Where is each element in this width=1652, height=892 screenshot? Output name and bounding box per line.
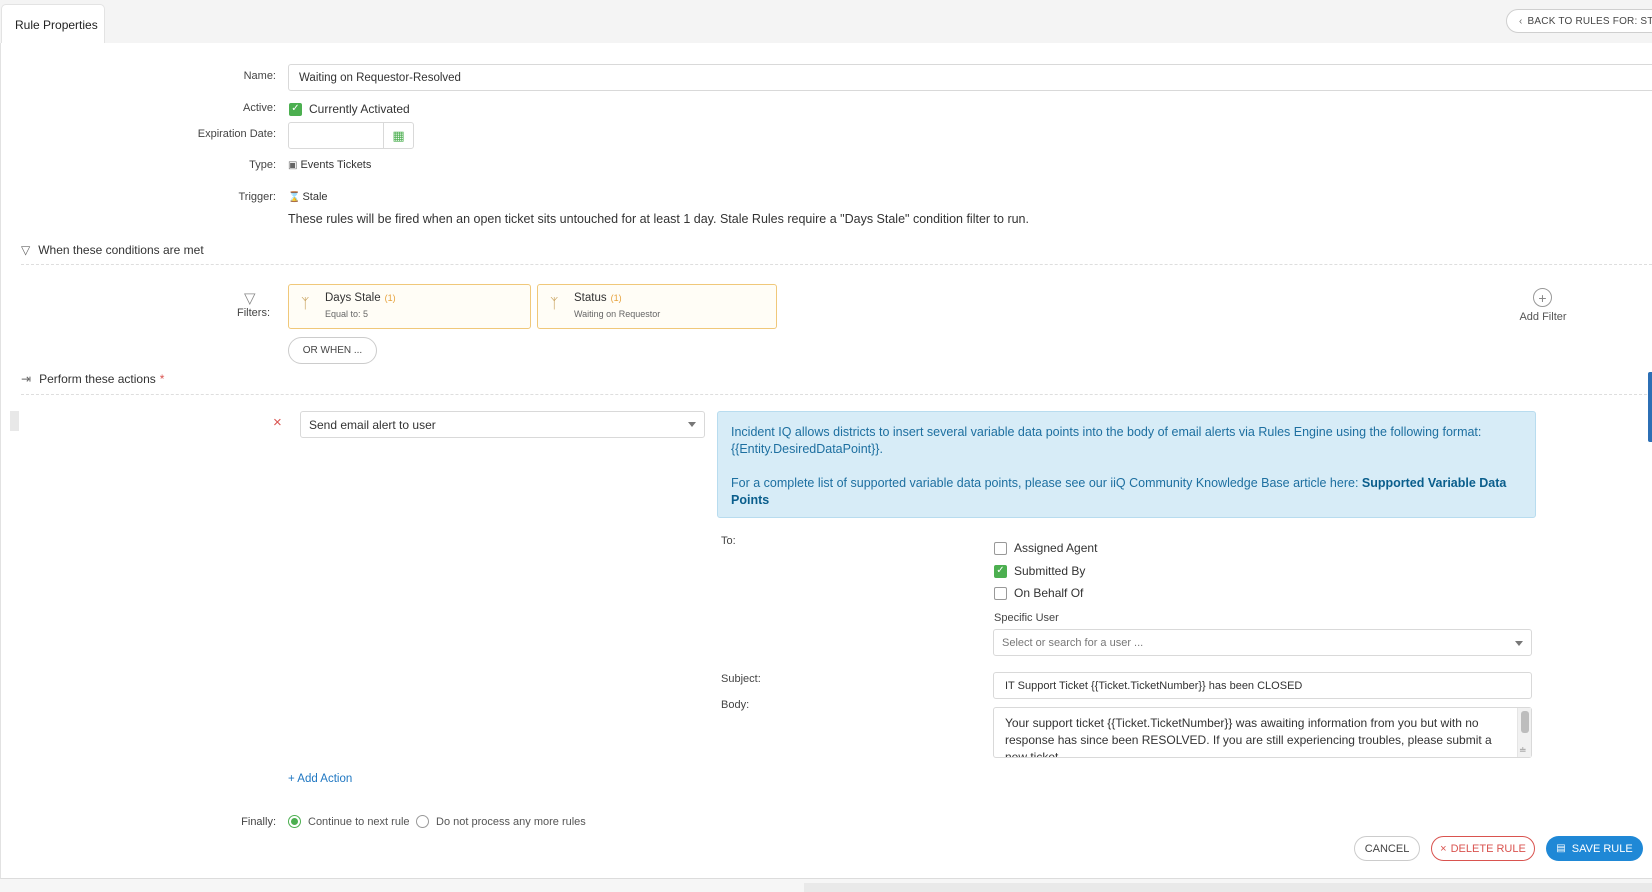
filter-count: (1) <box>610 293 622 303</box>
top-bar <box>0 0 1652 43</box>
chevron-left-icon: ‹ <box>1519 15 1523 27</box>
recipient-submitted-by[interactable]: ✓ Submitted By <box>994 564 1085 578</box>
close-icon: × <box>1440 842 1447 855</box>
finally-label: Finally: <box>241 816 276 828</box>
finally-option-stop[interactable]: Do not process any more rules <box>416 815 586 828</box>
ticket-icon: ▣ <box>288 159 298 171</box>
info-text-2-prefix: For a complete list of supported variabl… <box>731 476 1362 490</box>
recipient-label: On Behalf Of <box>1014 586 1084 600</box>
active-text: Currently Activated <box>309 102 410 116</box>
save-rule-button[interactable]: ▤ SAVE RULE <box>1546 836 1643 861</box>
cancel-button[interactable]: CANCEL <box>1354 836 1420 861</box>
branch-icon: ᛉ <box>301 295 310 311</box>
to-label: To: <box>721 535 736 547</box>
recipient-label: Submitted By <box>1014 564 1086 578</box>
save-icon: ▤ <box>1556 843 1566 854</box>
save-rule-label: SAVE RULE <box>1571 842 1633 855</box>
checkbox-icon <box>994 541 1007 555</box>
recipient-on-behalf-of[interactable]: On Behalf Of <box>994 586 1083 600</box>
conditions-heading: ▽ When these conditions are met <box>21 243 204 257</box>
specific-user-label: Specific User <box>994 612 1059 624</box>
footer-strip-right <box>804 883 1652 892</box>
info-text-1: Incident IQ allows districts to insert s… <box>731 425 1482 456</box>
body-label: Body: <box>721 699 750 711</box>
delete-rule-button[interactable]: × DELETE RULE <box>1431 836 1535 861</box>
type-value: Events Tickets <box>300 159 372 171</box>
filters-label: Filters: <box>237 307 270 319</box>
checkmark-icon: ✓ <box>994 564 1007 578</box>
info-box: Incident IQ allows districts to insert s… <box>717 411 1536 518</box>
funnel-icon: ▽ <box>21 243 31 257</box>
add-filter-plus-icon[interactable]: + <box>1533 288 1552 307</box>
specific-user-select[interactable]: Select or search for a user ... <box>993 629 1532 656</box>
action-type-value: Send email alert to user <box>309 417 436 432</box>
hourglass-icon: ⌛ <box>288 191 301 203</box>
remove-action-icon[interactable]: × <box>273 414 282 431</box>
name-label: Name: <box>243 70 276 82</box>
checkbox-icon <box>994 586 1007 600</box>
branch-icon: ᛉ <box>550 295 559 311</box>
filter-subtitle: Waiting on Requestor <box>574 309 661 319</box>
divider <box>21 264 1652 265</box>
trigger-description: These rules will be fired when an open t… <box>288 212 1029 226</box>
checkmark-icon: ✓ <box>289 102 302 116</box>
add-filter-label[interactable]: Add Filter <box>1513 311 1573 323</box>
caret-down-icon <box>688 422 696 427</box>
finally-option-continue[interactable]: Continue to next rule <box>288 815 410 828</box>
funnel-icon: ▽ <box>244 290 256 307</box>
body-textarea[interactable]: Your support ticket {{Ticket.TicketNumbe… <box>993 707 1532 758</box>
actions-heading: ⇥ Perform these actions * <box>21 372 164 386</box>
filter-title: Status <box>574 292 607 304</box>
scrollbar-thumb[interactable] <box>1648 372 1652 442</box>
back-to-rules-button[interactable]: ‹ BACK TO RULES FOR: STALE <box>1506 9 1652 33</box>
or-when-button[interactable]: OR WHEN ... <box>288 337 377 364</box>
active-checkbox[interactable]: ✓ <box>289 100 302 116</box>
active-label: Active: <box>242 102 276 114</box>
trigger-value: Stale <box>302 191 328 203</box>
required-mark: * <box>159 372 165 386</box>
scrollbar-thumb[interactable] <box>1521 711 1529 733</box>
type-label: Type: <box>249 159 276 171</box>
name-input[interactable]: Waiting on Requestor-Resolved <box>288 64 1652 91</box>
filter-card-status[interactable]: ᛉ Status (1) Waiting on Requestor <box>537 284 777 329</box>
arrow-in-icon: ⇥ <box>21 372 32 386</box>
action-type-select[interactable]: Send email alert to user <box>300 411 705 438</box>
specific-user-placeholder: Select or search for a user ... <box>1002 636 1144 649</box>
delete-rule-label: DELETE RULE <box>1450 842 1526 855</box>
caret-down-icon <box>1515 641 1523 646</box>
expiration-date-input[interactable] <box>288 122 384 149</box>
calendar-icon: ▦ <box>392 127 405 143</box>
filter-title: Days Stale <box>325 292 381 304</box>
divider <box>21 394 1652 395</box>
radio-icon <box>416 815 429 828</box>
resize-handle-icon[interactable]: ≐ <box>1519 745 1527 756</box>
trigger-label: Trigger: <box>238 191 277 203</box>
actions-heading-text: Perform these actions <box>39 372 156 386</box>
filter-card-days-stale[interactable]: ᛉ Days Stale (1) Equal to: 5 <box>288 284 531 329</box>
finally-option-label: Continue to next rule <box>308 815 410 828</box>
expiration-label: Expiration Date: <box>197 128 276 140</box>
conditions-heading-text: When these conditions are met <box>38 243 204 257</box>
recipient-label: Assigned Agent <box>1014 541 1098 555</box>
back-to-rules-label: BACK TO RULES FOR: STALE <box>1527 15 1652 27</box>
subject-input[interactable]: IT Support Ticket {{Ticket.TicketNumber}… <box>993 672 1532 699</box>
filter-subtitle: Equal to: 5 <box>325 309 369 319</box>
add-action-link[interactable]: + Add Action <box>288 773 352 785</box>
recipient-assigned-agent[interactable]: Assigned Agent <box>994 541 1097 555</box>
drag-handle[interactable] <box>10 411 19 431</box>
tab-rule-properties[interactable]: Rule Properties <box>1 4 105 44</box>
info-text-2: For a complete list of supported variabl… <box>731 475 1522 509</box>
radio-selected-icon <box>288 815 301 828</box>
subject-label: Subject: <box>721 673 761 685</box>
filter-count: (1) <box>384 293 396 303</box>
finally-option-label: Do not process any more rules <box>436 815 586 828</box>
calendar-button[interactable]: ▦ <box>383 122 414 149</box>
